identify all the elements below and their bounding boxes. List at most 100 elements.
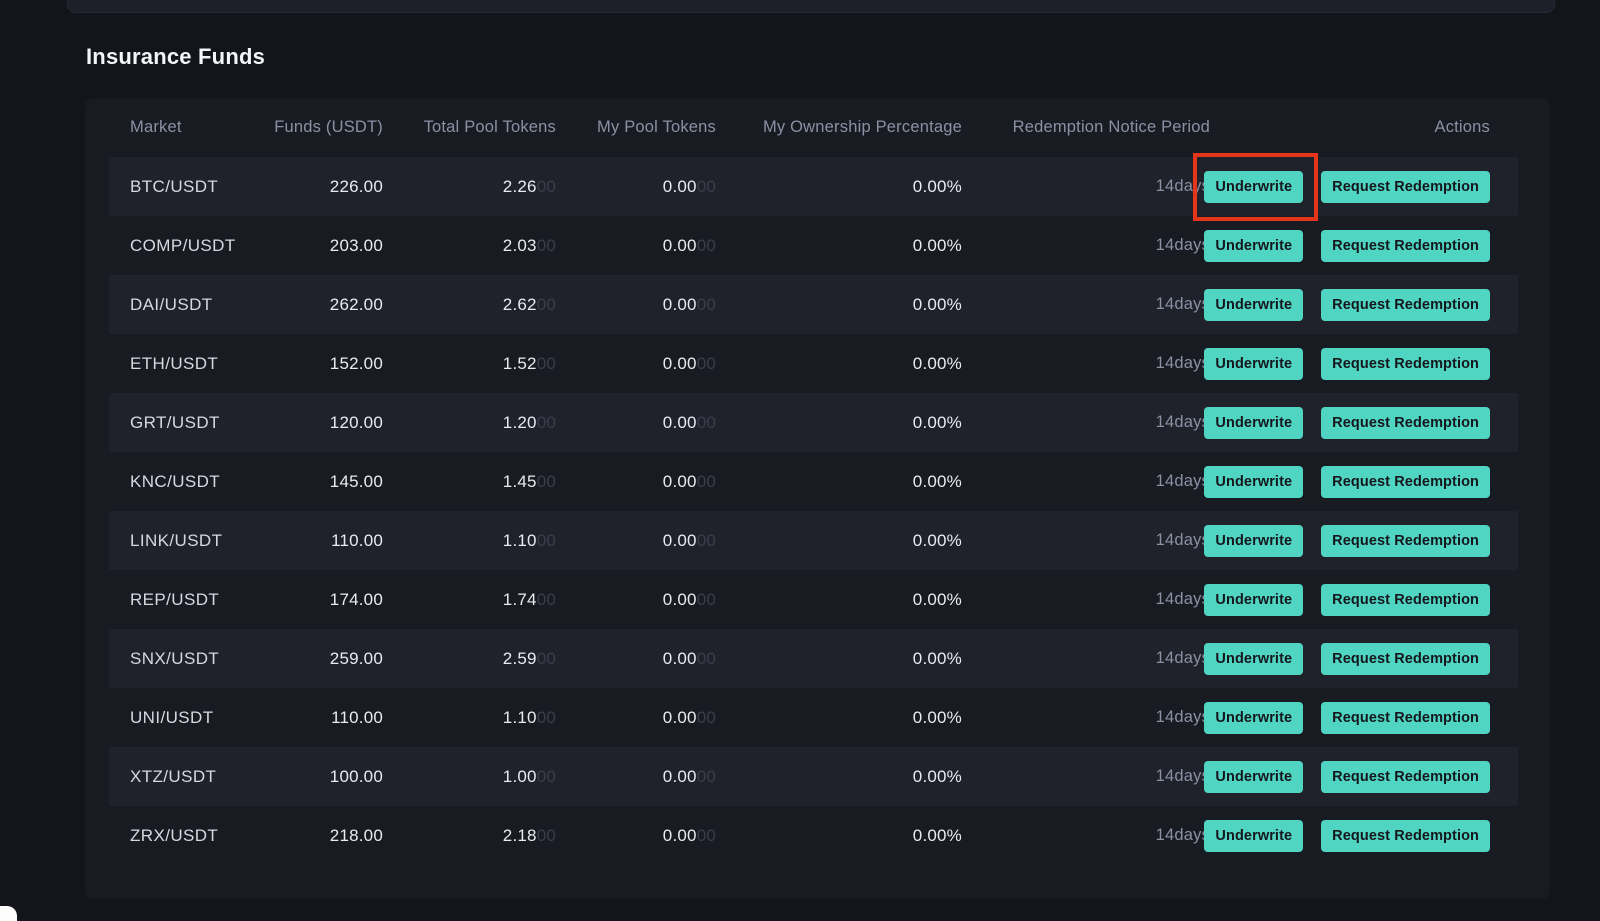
request-redemption-button[interactable]: Request Redemption <box>1321 347 1490 380</box>
cell-total-pool-tokens: 1.10 00 <box>383 688 556 747</box>
total-pool-tokens-faded-zeros: 00 <box>536 412 556 432</box>
my-pool-tokens-value: 0.00 <box>662 412 697 432</box>
underwrite-button[interactable]: Underwrite <box>1204 465 1304 498</box>
col-header-actions: Actions <box>1434 118 1490 136</box>
underwrite-button[interactable]: Underwrite <box>1204 642 1304 675</box>
request-redemption-button[interactable]: Request Redemption <box>1321 524 1490 557</box>
underwrite-button[interactable]: Underwrite <box>1204 583 1304 616</box>
request-redemption-button[interactable]: Request Redemption <box>1321 760 1490 793</box>
total-pool-tokens-value: 2.03 <box>502 235 537 255</box>
total-pool-tokens-value: 2.59 <box>502 648 537 668</box>
my-pool-tokens-value: 0.00 <box>662 648 697 668</box>
table-row: ZRX/USDT 218.00 2.18 00 0.00 00 0.00% 14da… <box>109 806 1518 865</box>
cell-funds: 152.00 <box>329 353 383 373</box>
total-pool-tokens-faded-zeros: 00 <box>536 294 556 314</box>
cell-ownership-percentage: 0.00% <box>912 235 962 255</box>
total-pool-tokens-faded-zeros: 00 <box>536 176 556 196</box>
cell-notice-period: 14days <box>1155 236 1210 254</box>
cell-my-pool-tokens: 0.00 00 <box>556 688 716 747</box>
cell-notice-period: 14days <box>1155 826 1210 844</box>
cell-funds: 110.00 <box>331 707 383 727</box>
my-pool-tokens-faded-zeros: 00 <box>696 471 716 491</box>
my-pool-tokens-value: 0.00 <box>662 294 697 314</box>
cell-actions: Underwrite Request Redemption <box>1204 275 1518 334</box>
underwrite-button[interactable]: Underwrite <box>1204 229 1304 262</box>
total-pool-tokens-faded-zeros: 00 <box>536 471 556 491</box>
cell-market: DAI/USDT <box>130 294 213 314</box>
cell-actions: Underwrite Request Redemption <box>1204 570 1518 629</box>
request-redemption-button[interactable]: Request Redemption <box>1321 465 1490 498</box>
cell-my-pool-tokens: 0.00 00 <box>556 570 716 629</box>
cell-ownership-percentage: 0.00% <box>912 412 962 432</box>
underwrite-button[interactable]: Underwrite <box>1204 170 1304 203</box>
cell-my-pool-tokens: 0.00 00 <box>556 806 716 865</box>
cell-actions: Underwrite Request Redemption <box>1204 629 1518 688</box>
col-header-total-pool-tokens: Total Pool Tokens <box>423 118 556 136</box>
underwrite-button[interactable]: Underwrite <box>1204 819 1304 852</box>
request-redemption-button[interactable]: Request Redemption <box>1321 701 1490 734</box>
cell-notice-period: 14days <box>1155 177 1210 195</box>
cell-actions: Underwrite Request Redemption <box>1204 393 1518 452</box>
table-row: SNX/USDT 259.00 2.59 00 0.00 00 0.00% 14da… <box>109 629 1518 688</box>
request-redemption-button[interactable]: Request Redemption <box>1321 406 1490 439</box>
total-pool-tokens-value: 1.52 <box>502 353 537 373</box>
cell-market: BTC/USDT <box>130 176 219 196</box>
my-pool-tokens-faded-zeros: 00 <box>696 294 716 314</box>
cell-my-pool-tokens: 0.00 00 <box>556 216 716 275</box>
insurance-funds-table-body: BTC/USDT 226.00 2.26 00 0.00 00 0.00% 14da… <box>109 152 1518 865</box>
underwrite-button[interactable]: Underwrite <box>1204 288 1304 321</box>
cell-notice-period: 14days <box>1155 413 1210 431</box>
cell-notice-period: 14days <box>1155 649 1210 667</box>
request-redemption-button[interactable]: Request Redemption <box>1321 819 1490 852</box>
cell-my-pool-tokens: 0.00 00 <box>556 747 716 806</box>
cell-funds: 226.00 <box>329 176 383 196</box>
cell-actions: Underwrite Request Redemption <box>1204 511 1518 570</box>
col-header-market: Market <box>130 118 182 136</box>
col-header-funds: Funds (USDT) <box>274 118 383 136</box>
request-redemption-button[interactable]: Request Redemption <box>1321 170 1490 203</box>
table-header-row: Market Funds (USDT) Total Pool Tokens My… <box>109 98 1518 157</box>
cell-ownership-percentage: 0.00% <box>912 589 962 609</box>
total-pool-tokens-faded-zeros: 00 <box>536 235 556 255</box>
request-redemption-button[interactable]: Request Redemption <box>1321 229 1490 262</box>
cell-ownership-percentage: 0.00% <box>912 530 962 550</box>
cell-notice-period: 14days <box>1155 590 1210 608</box>
underwrite-button[interactable]: Underwrite <box>1204 524 1304 557</box>
underwrite-button[interactable]: Underwrite <box>1204 347 1304 380</box>
cell-market: GRT/USDT <box>130 412 220 432</box>
cell-market: ETH/USDT <box>130 353 219 373</box>
cell-market: KNC/USDT <box>130 471 221 491</box>
underwrite-button[interactable]: Underwrite <box>1204 760 1304 793</box>
cell-actions: Underwrite Request Redemption <box>1204 334 1518 393</box>
cell-my-pool-tokens: 0.00 00 <box>556 334 716 393</box>
total-pool-tokens-faded-zeros: 00 <box>536 353 556 373</box>
cell-ownership-percentage: 0.00% <box>912 766 962 786</box>
underwrite-button[interactable]: Underwrite <box>1204 701 1304 734</box>
request-redemption-button[interactable]: Request Redemption <box>1321 583 1490 616</box>
bottom-left-corner-artifact <box>0 906 17 921</box>
cell-total-pool-tokens: 1.10 00 <box>383 511 556 570</box>
request-redemption-button[interactable]: Request Redemption <box>1321 642 1490 675</box>
cell-notice-period: 14days <box>1155 354 1210 372</box>
cell-actions: Underwrite Request Redemption <box>1204 688 1518 747</box>
cell-market: ZRX/USDT <box>130 825 219 845</box>
total-pool-tokens-value: 1.74 <box>502 589 537 609</box>
cell-ownership-percentage: 0.00% <box>912 353 962 373</box>
cell-actions: Underwrite Request Redemption <box>1204 216 1518 275</box>
cell-total-pool-tokens: 2.62 00 <box>383 275 556 334</box>
request-redemption-button[interactable]: Request Redemption <box>1321 288 1490 321</box>
cell-my-pool-tokens: 0.00 00 <box>556 275 716 334</box>
cell-my-pool-tokens: 0.00 00 <box>556 511 716 570</box>
my-pool-tokens-faded-zeros: 00 <box>696 825 716 845</box>
total-pool-tokens-faded-zeros: 00 <box>536 530 556 550</box>
total-pool-tokens-value: 2.18 <box>502 825 537 845</box>
cell-my-pool-tokens: 0.00 00 <box>556 452 716 511</box>
cell-funds: 145.00 <box>329 471 383 491</box>
underwrite-button[interactable]: Underwrite <box>1204 406 1304 439</box>
cell-total-pool-tokens: 2.18 00 <box>383 806 556 865</box>
my-pool-tokens-value: 0.00 <box>662 707 697 727</box>
my-pool-tokens-value: 0.00 <box>662 353 697 373</box>
cell-my-pool-tokens: 0.00 00 <box>556 157 716 216</box>
my-pool-tokens-faded-zeros: 00 <box>696 235 716 255</box>
cell-funds: 120.00 <box>329 412 383 432</box>
